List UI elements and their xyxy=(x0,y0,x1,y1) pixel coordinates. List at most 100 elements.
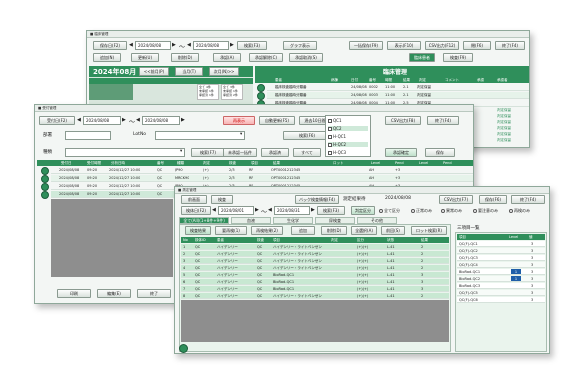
start-date-field[interactable]: 2024/08/08 xyxy=(135,41,171,50)
table-row[interactable]: 臨床検査臨時分類番 24/08/08 0003 11:00 2.1 判定保留 xyxy=(267,92,529,99)
sample-date-button[interactable]: 検体日(F2) xyxy=(181,206,211,215)
confirm-approval-button[interactable]: 承認確定 xyxy=(385,148,417,157)
end-date-field[interactable]: 2024/08/31 xyxy=(274,206,310,215)
search-button[interactable]: 検索(F3) xyxy=(317,206,345,215)
tab-biochem[interactable]: 生化学 xyxy=(273,217,313,224)
calendar-day-block[interactable] xyxy=(89,84,133,100)
auto-refresh-button[interactable]: 自動更新(F5) xyxy=(259,116,295,125)
table-row[interactable]: 5 QC ハイデンリー QC BioRad-QC1 (+)(+) L-41 3 xyxy=(181,272,449,278)
csv-button[interactable]: CSV出力(F12) xyxy=(425,41,459,50)
unapprove-button[interactable]: 承認解除(C) xyxy=(249,53,283,62)
table-row[interactable]: 臨床検査臨時分類番 24/08/08 0002 11:00 2.1 判定保留 xyxy=(267,84,529,91)
graph-button[interactable]: グラフ表示 xyxy=(283,41,317,50)
side-table-row[interactable]: QC(F)-QC2 3 xyxy=(457,248,545,254)
clinical-patient-tag[interactable]: 臨床患者 xyxy=(409,53,435,62)
qc-checkbox[interactable]: H-QC1 xyxy=(328,134,346,139)
save-button[interactable]: 保存(F6) xyxy=(479,195,507,204)
cancel-approval-button[interactable]: 承認取消(S) xyxy=(289,53,323,62)
prev-date-arrow-icon[interactable]: ◀ xyxy=(77,116,81,125)
end-button[interactable]: 終了(F4) xyxy=(511,195,545,204)
table-row[interactable]: 4 QC ハイデンリー QC ハイデンリー・ライトベンゼン (+)(+) L-4… xyxy=(181,265,449,271)
side-table-row[interactable]: QC(F)-QC6 3 xyxy=(457,297,545,303)
side-table-row[interactable]: BioRad-QC3 3 xyxy=(457,283,545,289)
end-date-field[interactable]: 2024/08/08 xyxy=(193,41,229,50)
start-date-field[interactable]: 2024/08/01 xyxy=(218,206,254,215)
prev-date-arrow-icon[interactable]: ◀ xyxy=(268,206,272,215)
side-table-row[interactable]: QC(F)-QC4 3 xyxy=(457,262,545,268)
search-button[interactable]: 検索(F7) xyxy=(191,148,225,157)
radio-caution[interactable]: 要注意のみ xyxy=(473,208,498,214)
radio-normal[interactable]: 正常のみ xyxy=(411,208,432,214)
previous-button[interactable]: 前回(S) xyxy=(381,226,405,235)
retest-needed-button[interactable]: 要再検(1) xyxy=(215,226,247,235)
dropdown-arrow-icon[interactable]: ▾ xyxy=(240,132,242,137)
next-date-arrow-icon[interactable]: ▶ xyxy=(172,41,176,50)
batch-save-button[interactable]: 一括保存(F9) xyxy=(349,41,383,50)
next-date-arrow-icon[interactable]: ▶ xyxy=(122,116,126,125)
search-button[interactable]: 検索(F6) xyxy=(283,131,331,140)
dropdown-arrow-icon[interactable]: ▾ xyxy=(180,149,182,154)
inspection-button[interactable]: 検査(F9) xyxy=(443,53,473,62)
all-button[interactable]: すべて xyxy=(293,148,321,157)
prev-month-button[interactable]: <<前月(P) xyxy=(139,67,169,76)
end-button[interactable]: 終了(F4) xyxy=(427,116,459,125)
side-table-row[interactable]: QC(F)-QC1 3 xyxy=(457,241,545,247)
prev-date-arrow-icon[interactable]: ◀ xyxy=(187,41,191,50)
print-button[interactable]: 印刷 xyxy=(57,289,91,298)
inspection-button[interactable]: 検査 xyxy=(211,195,233,204)
prev-date-arrow-icon[interactable]: ◀ xyxy=(212,206,216,215)
start-date-field[interactable]: 2024/08/08 xyxy=(83,116,121,125)
next-month-button[interactable]: 次月(N)>> xyxy=(209,67,239,76)
row-action-icon[interactable] xyxy=(41,191,49,199)
row-action-icon[interactable] xyxy=(41,175,49,183)
reload-button[interactable]: 再表示 xyxy=(223,116,255,125)
update-button[interactable]: 更新(U) xyxy=(131,53,159,62)
end-date-field[interactable]: 2024/08/08 xyxy=(142,116,180,125)
save-button[interactable]: 保存 xyxy=(425,148,455,157)
side-table-row[interactable]: BioRad-QC1 1 3 xyxy=(457,269,545,275)
table-row[interactable]: 2024/08/08 09:20 2024/12/27 10:00 QC JP9… xyxy=(51,167,473,174)
radio-retest[interactable]: 再検のみ xyxy=(509,208,530,214)
row-action-icon[interactable] xyxy=(41,183,49,191)
approved-button[interactable]: 承認済 xyxy=(261,148,289,157)
reception-date-button[interactable]: 受付日(F2) xyxy=(39,116,75,125)
tab-urine[interactable]: 尿検査 xyxy=(315,217,355,224)
table-row[interactable]: 3 QC ハイデンリー QC ハイデンリー・ライトベンゼン (+)(+) L-4… xyxy=(181,258,449,264)
lotno-select[interactable] xyxy=(155,131,245,140)
delete-button[interactable]: 削除(D) xyxy=(321,226,347,235)
hold-date-button[interactable]: 保存日(F2) xyxy=(93,41,127,50)
delete-button[interactable]: 削除(D) xyxy=(171,53,199,62)
add-button[interactable]: 追加(N) xyxy=(93,53,121,62)
end-button[interactable]: 終了 xyxy=(137,289,171,298)
table-row[interactable]: 1 QC ハイデンリー QC ハイデンリー・ライトベンゼン (+)(+) L-4… xyxy=(181,244,449,250)
table-row[interactable]: 6 QC ハイデンリー QC BioRad-QC1 (+)(+) L-41 3 xyxy=(181,279,449,285)
tab-blood[interactable]: 血液 xyxy=(231,217,271,224)
row-action-icon[interactable] xyxy=(41,167,49,175)
approve-button[interactable]: 承認(A) xyxy=(213,53,241,62)
prev-date-arrow-icon[interactable]: ◀ xyxy=(129,41,133,50)
add-button[interactable]: 追加 xyxy=(291,226,315,235)
next-date-arrow-icon[interactable]: ▶ xyxy=(311,206,315,215)
csv-button[interactable]: CSV出力(F7) xyxy=(439,195,473,204)
unapproved-batch-button[interactable]: 未承認一括件 xyxy=(223,148,257,157)
table-row[interactable]: 2 QC ハイデンリー QC ハイデンリー・ライトベンゼン (+)(+) L-4… xyxy=(181,251,449,257)
qc-checkbox[interactable]: H-QC2 xyxy=(328,142,368,147)
csv-button[interactable]: CSV出力(F8) xyxy=(385,116,421,125)
test-results-button[interactable]: 検査結果 xyxy=(185,226,211,235)
tab-all[interactable]: 全て(All)(1+8件+9件) xyxy=(179,217,229,224)
row-action-icon[interactable] xyxy=(257,84,265,92)
next-date-arrow-icon[interactable]: ▶ xyxy=(255,206,259,215)
display-button[interactable]: 表示(F10) xyxy=(387,41,421,50)
side-table-row[interactable]: QC(F)-QC5 3 xyxy=(457,290,545,296)
row-action-icon[interactable] xyxy=(257,92,265,100)
current-month-button[interactable]: 当月(T) xyxy=(175,67,203,76)
table-row[interactable]: 8 QC ハイデンリー QC ハイデンリー・ライトベンゼン (+)(+) L-4… xyxy=(181,293,449,299)
prev-date-arrow-icon[interactable]: ◀ xyxy=(136,116,140,125)
next-date-arrow-icon[interactable]: ▶ xyxy=(181,116,185,125)
close-button[interactable]: 閉(F6) xyxy=(463,41,491,50)
radio-all-class[interactable]: 全て区分 xyxy=(379,208,400,214)
retest-result-button[interactable]: 再検結果(2) xyxy=(251,226,283,235)
window-corner-icon[interactable] xyxy=(179,344,188,353)
radio-abnormal[interactable]: 異常のみ xyxy=(441,208,462,214)
backup-button[interactable]: バック検査情報(F4) xyxy=(295,195,339,204)
